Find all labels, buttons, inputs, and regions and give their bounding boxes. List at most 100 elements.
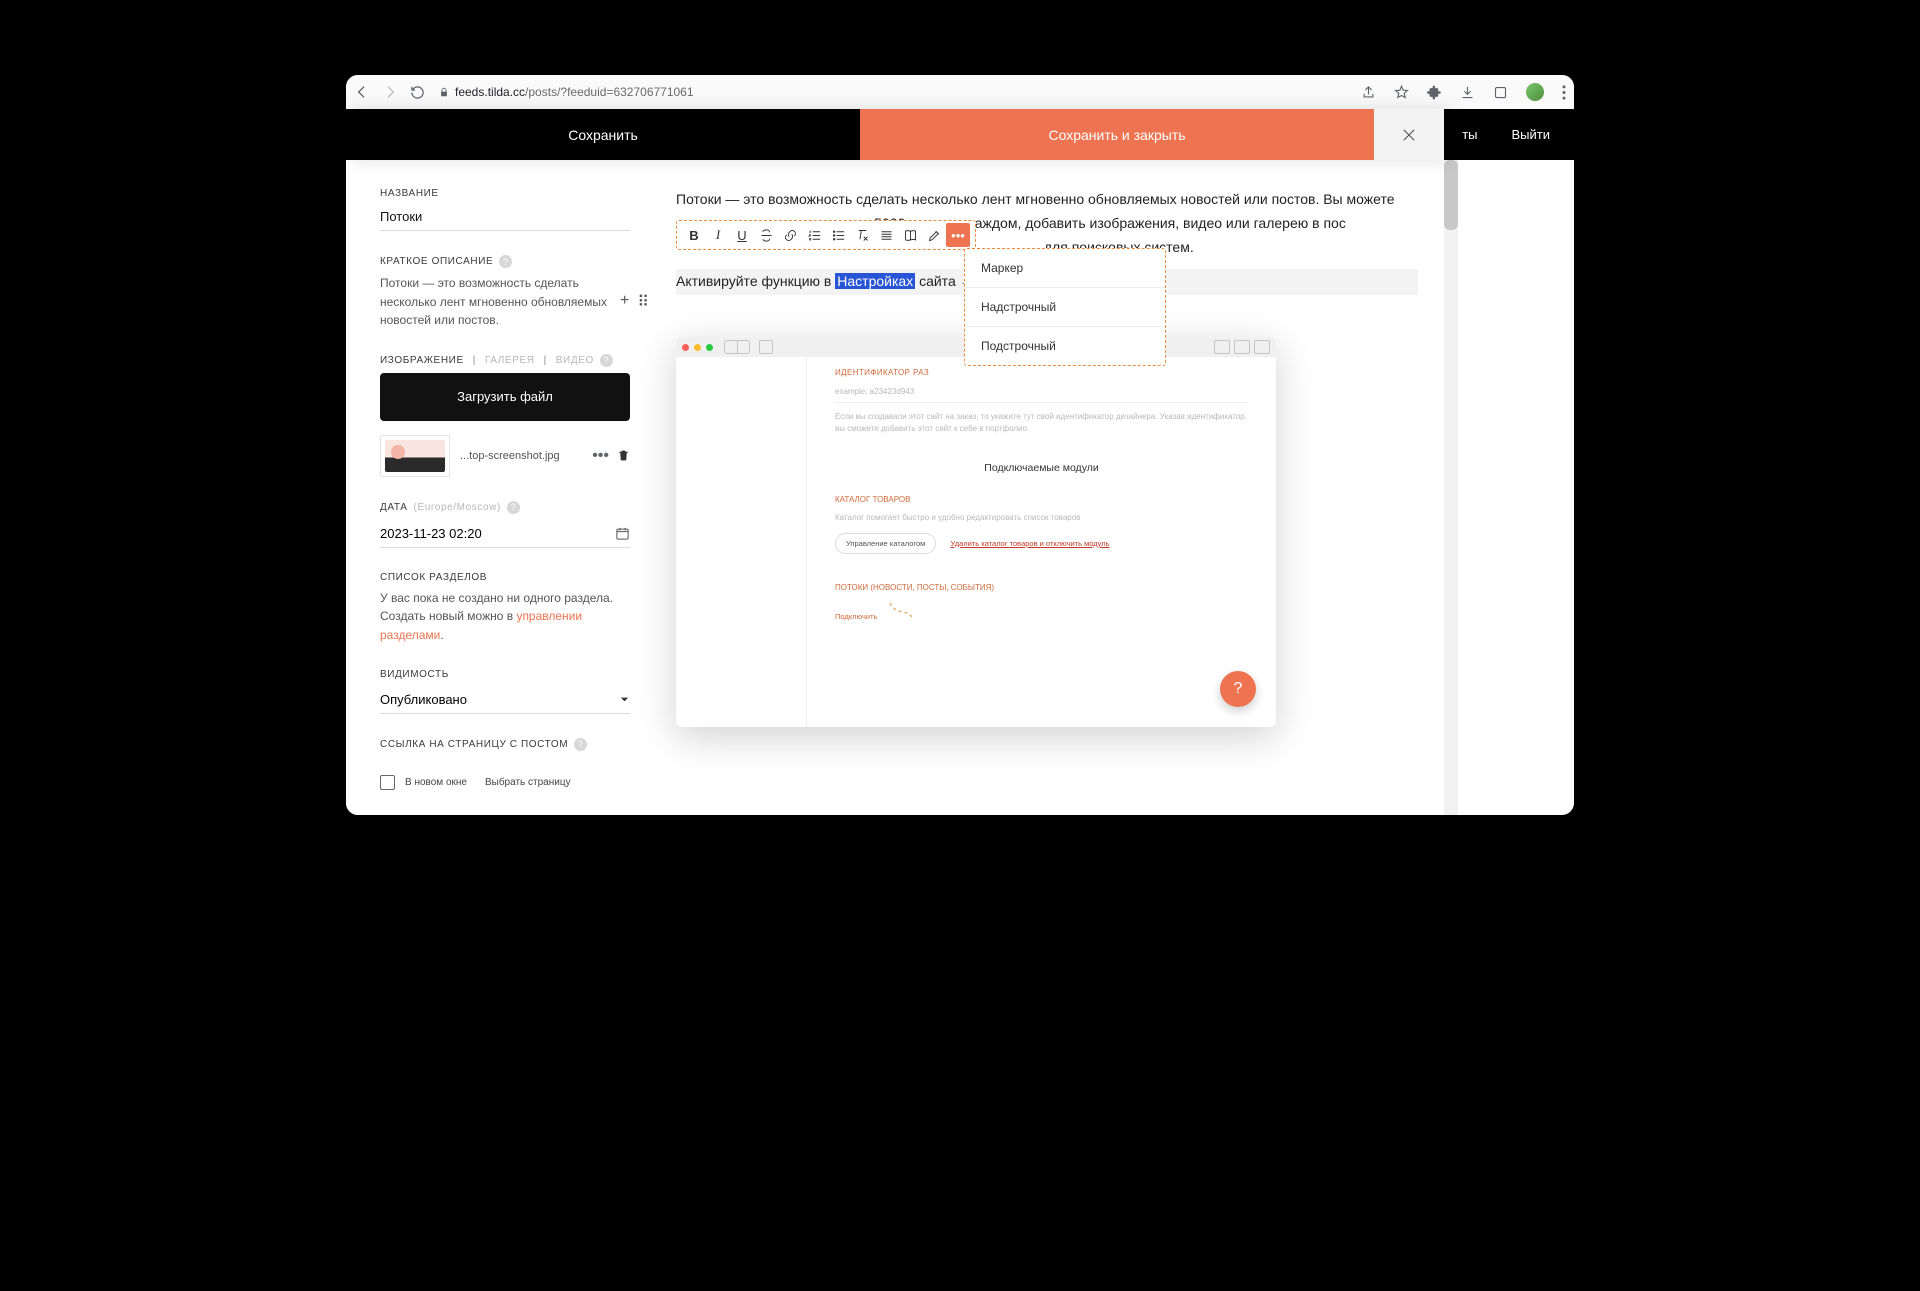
select-page-link[interactable]: Выбрать страницу — [485, 777, 571, 788]
field-post-link: ССЫЛКА НА СТРАНИЦУ С ПОСТОМ ? — [380, 738, 646, 751]
book-button[interactable] — [898, 223, 922, 247]
italic-button[interactable]: I — [706, 223, 730, 247]
ordered-list-button[interactable] — [802, 223, 826, 247]
field-visibility: ВИДИМОСТЬ — [380, 669, 646, 714]
menu-dots-icon[interactable] — [1562, 85, 1566, 100]
selected-text: Настройках — [835, 273, 915, 289]
url-host: feeds.tilda.cc — [455, 85, 525, 99]
download-icon[interactable] — [1460, 85, 1475, 100]
chrome-toolbar: feeds.tilda.cc/posts/?feeduid=6327067710… — [346, 75, 1574, 110]
work-area: НАЗВАНИЕ КРАТКОЕ ОПИСАНИЕ ? Потоки — это… — [346, 160, 1444, 815]
new-window-checkbox[interactable] — [380, 775, 395, 790]
inner-id-hint: example: a23423d943 — [835, 386, 1248, 403]
link-button[interactable] — [778, 223, 802, 247]
gallery-tab[interactable]: ГАЛЕРЕЯ — [485, 355, 535, 366]
postlink-label: ССЫЛКА НА СТРАНИЦУ С ПОСТОМ — [380, 739, 568, 750]
action-bar: Сохранить Сохранить и закрыть — [346, 109, 1444, 160]
name-input[interactable] — [380, 205, 630, 231]
underline-button[interactable]: U — [730, 223, 754, 247]
plus-icon[interactable]: + — [620, 292, 629, 312]
help-fab[interactable]: ? — [1220, 671, 1256, 707]
lock-icon — [439, 87, 449, 98]
file-thumbnail[interactable] — [380, 435, 450, 477]
inner-arrow-icon — [888, 601, 914, 619]
sidebar: НАЗВАНИЕ КРАТКОЕ ОПИСАНИЕ ? Потоки — это… — [346, 160, 646, 815]
desc-text[interactable]: Потоки — это возможность сделать несколь… — [380, 274, 630, 330]
date-label: ДАТА — [380, 502, 408, 513]
inner-id-label: ИДЕНТИФИКАТОР РАЗ — [835, 367, 1248, 379]
inner-manage-button[interactable]: Управление каталогом — [835, 533, 936, 555]
strikethrough-button[interactable] — [754, 223, 778, 247]
field-media: ИЗОБРАЖЕНИЕ | ГАЛЕРЕЯ | ВИДЕО ? Загрузит… — [380, 354, 646, 477]
highlight-button[interactable] — [922, 223, 946, 247]
inner-connect-link[interactable]: Подключить — [835, 612, 877, 621]
field-date: ДАТА (Europe/Moscow) ? — [380, 501, 646, 548]
share-icon[interactable] — [1361, 85, 1376, 100]
file-name: ...top-screenshot.jpg — [460, 450, 582, 462]
header-fragment: ты — [1462, 127, 1477, 142]
field-description: КРАТКОЕ ОПИСАНИЕ ? Потоки — это возможно… — [380, 255, 646, 330]
exit-link[interactable]: Выйти — [1512, 127, 1551, 142]
date-tz: (Europe/Moscow) — [414, 502, 501, 513]
help-icon[interactable]: ? — [499, 255, 512, 268]
inner-flows-label: ПОТОКИ (НОВОСТИ, ПОСТЫ, СОБЫТИЯ) — [835, 582, 1248, 594]
chevron-down-icon[interactable] — [619, 694, 630, 705]
name-label: НАЗВАНИЕ — [380, 188, 646, 199]
inner-content: ИДЕНТИФИКАТОР РАЗ example: a23423d943 Ес… — [807, 357, 1276, 727]
inner-modules-heading: Подключаемые модули — [835, 460, 1248, 476]
extensions-icon[interactable] — [1427, 85, 1442, 100]
media-label[interactable]: ИЗОБРАЖЕНИЕ — [380, 355, 464, 366]
inner-misc-icon — [1214, 340, 1230, 354]
field-sections: СПИСОК РАЗДЕЛОВ У вас пока не создано ни… — [380, 572, 646, 645]
reload-icon[interactable] — [410, 85, 425, 100]
menu-item-subscript[interactable]: Подстрочный — [965, 326, 1165, 365]
inner-catalog-help: Каталог помогает быстро и удобно редакти… — [835, 512, 1248, 524]
avatar[interactable] — [1526, 83, 1544, 101]
menu-item-superscript[interactable]: Надстрочный — [965, 287, 1165, 326]
inner-misc-icon — [1234, 340, 1250, 354]
more-submenu: Маркер Надстрочный Подстрочный — [964, 248, 1166, 366]
inner-panel-icon — [759, 340, 773, 354]
file-more-icon[interactable]: ••• — [592, 447, 609, 465]
inner-misc-icon — [1254, 340, 1270, 354]
help-icon[interactable]: ? — [507, 501, 520, 514]
video-tab[interactable]: ВИДЕО — [556, 355, 594, 366]
visibility-select[interactable] — [380, 686, 619, 713]
help-icon[interactable]: ? — [574, 738, 587, 751]
unordered-list-button[interactable] — [826, 223, 850, 247]
embedded-screenshot: ИДЕНТИФИКАТОР РАЗ example: a23423d943 Ес… — [676, 337, 1276, 727]
inner-id-help: Если вы создавали этот сайт на заказ, то… — [835, 411, 1248, 436]
block-add-handle[interactable]: + ⠿ — [620, 292, 647, 312]
upload-button[interactable]: Загрузить файл — [380, 373, 630, 421]
drag-dots-icon[interactable]: ⠿ — [637, 292, 647, 312]
bold-button[interactable]: B — [682, 223, 706, 247]
help-icon[interactable]: ? — [600, 354, 613, 367]
forward-icon[interactable] — [382, 84, 398, 100]
sections-label: СПИСОК РАЗДЕЛОВ — [380, 572, 646, 583]
more-button[interactable]: ••• — [946, 223, 970, 247]
align-button[interactable] — [874, 223, 898, 247]
menu-item-marker[interactable]: Маркер — [965, 249, 1165, 287]
clear-format-button[interactable] — [850, 223, 874, 247]
star-icon[interactable] — [1394, 85, 1409, 100]
save-button[interactable]: Сохранить — [346, 109, 860, 160]
account-icon[interactable] — [1493, 85, 1508, 100]
inner-sidebar — [676, 357, 807, 727]
rich-text-toolbar: B I U ••• — [676, 220, 976, 250]
save-close-button[interactable]: Сохранить и закрыть — [860, 109, 1374, 160]
traffic-max-icon — [706, 344, 713, 351]
date-input[interactable] — [380, 520, 615, 547]
new-window-label: В новом окне — [405, 777, 467, 788]
traffic-close-icon — [682, 344, 689, 351]
field-name: НАЗВАНИЕ — [380, 188, 646, 231]
url-bar[interactable]: feeds.tilda.cc/posts/?feeduid=6327067710… — [455, 85, 1349, 99]
inner-delete-link[interactable]: Удалить каталог товаров и отключить моду… — [951, 539, 1110, 548]
back-icon[interactable] — [354, 84, 370, 100]
desc-label: КРАТКОЕ ОПИСАНИЕ — [380, 256, 493, 267]
calendar-icon[interactable] — [615, 526, 630, 541]
close-button[interactable] — [1374, 109, 1444, 160]
file-delete-icon[interactable] — [617, 447, 630, 465]
footer-paragraph[interactable]: Подробная инструкция — https://tilda.cc/… — [676, 814, 1006, 815]
editor: Потоки — это возможность сделать несколь… — [646, 160, 1444, 815]
scrollbar[interactable] — [1444, 160, 1458, 815]
